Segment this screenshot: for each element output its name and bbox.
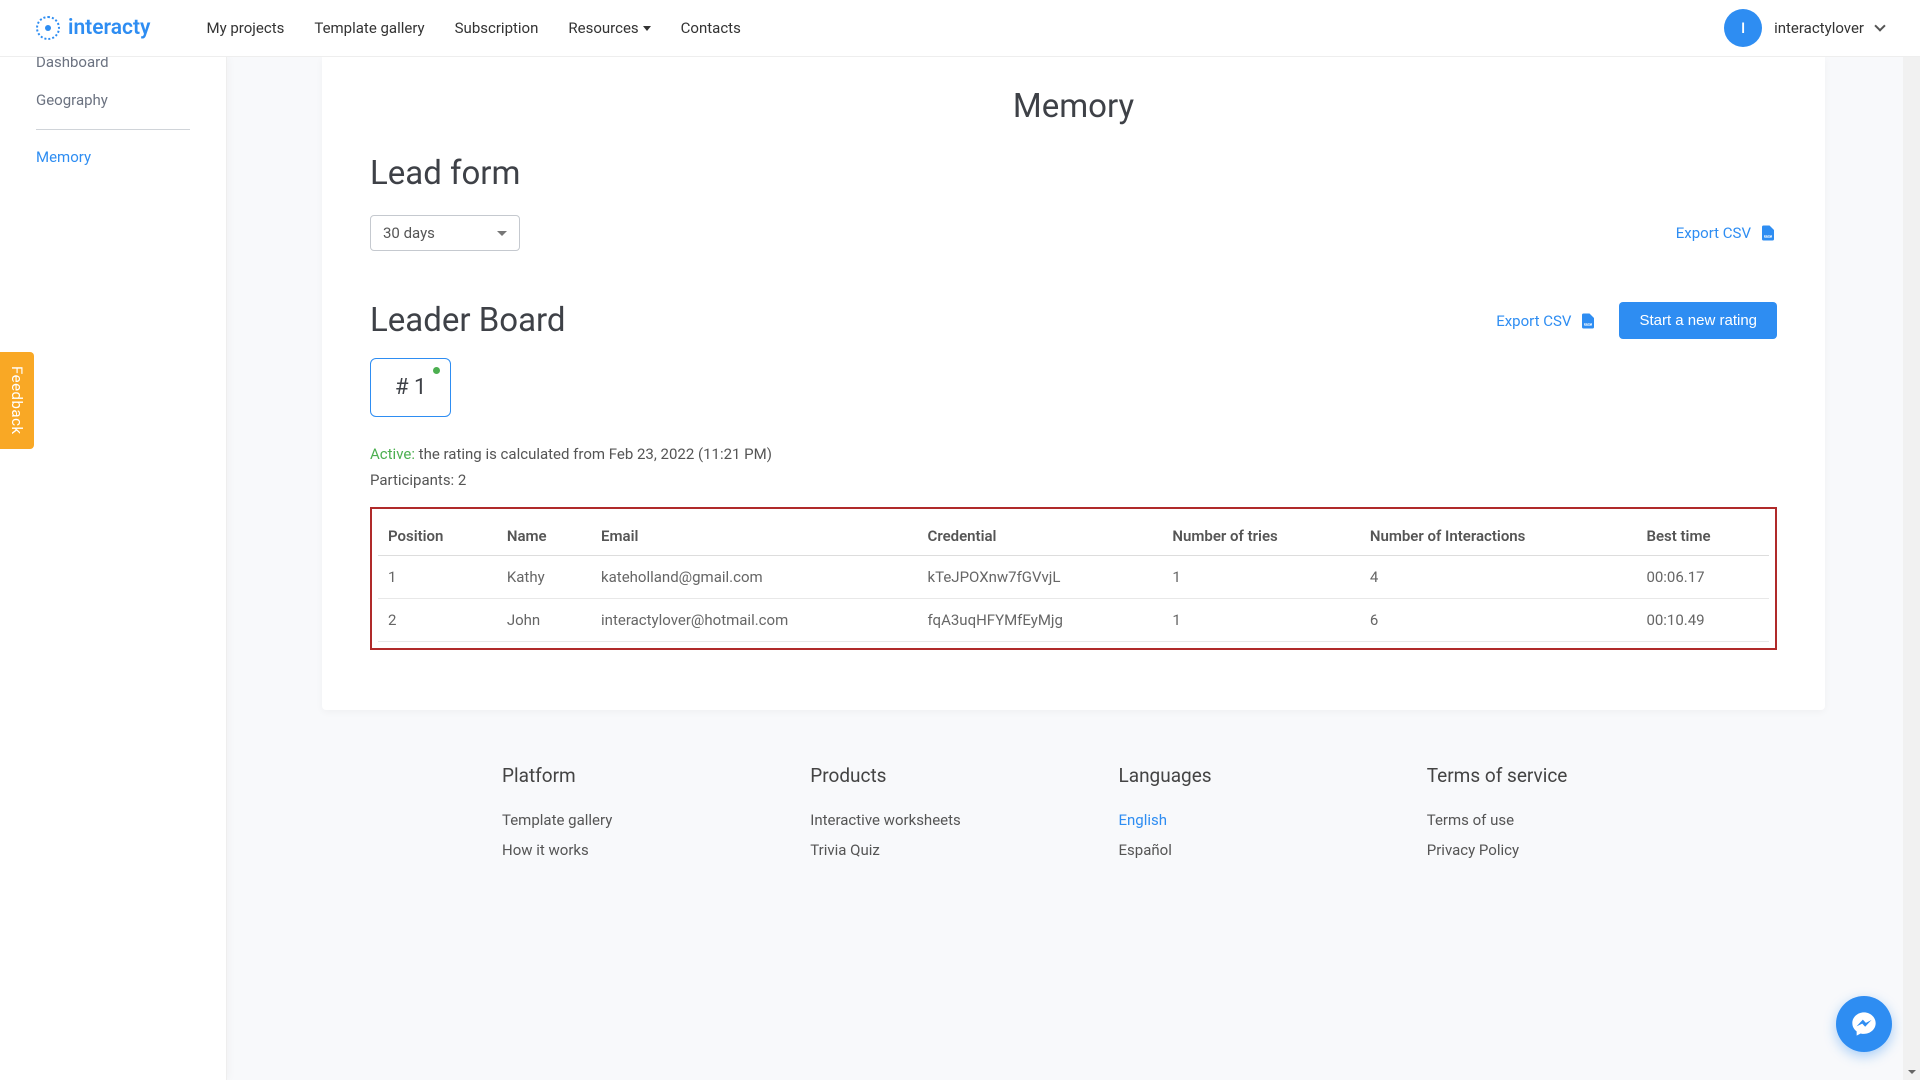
nav-contacts[interactable]: Contacts — [681, 19, 741, 37]
csv-icon: CSV — [1579, 311, 1597, 331]
table-cell: 00:06.17 — [1636, 556, 1769, 599]
th-interactions: Number of Interactions — [1360, 519, 1637, 556]
sidebar-item-dashboard[interactable]: Dashboard — [36, 53, 190, 81]
table-row: 1Kathykateholland@gmail.comkTeJPOXnw7fGV… — [378, 556, 1769, 599]
table-cell: interactylover@hotmail.com — [591, 599, 917, 642]
period-select[interactable]: 30 days — [370, 215, 520, 251]
table-row: 2Johninteractylover@hotmail.comfqA3uqHFY… — [378, 599, 1769, 642]
footer-link[interactable]: Privacy Policy — [1427, 841, 1645, 859]
card: Memory Lead form 30 days Export CSV CSV … — [322, 57, 1825, 710]
svg-text:CSV: CSV — [1585, 322, 1591, 326]
header: interacty My projects Template gallery S… — [0, 0, 1920, 57]
export-csv-label: Export CSV — [1676, 224, 1751, 242]
start-new-rating-button[interactable]: Start a new rating — [1619, 302, 1777, 339]
sidebar-item-memory[interactable]: Memory — [36, 138, 190, 176]
brand-name: interacty — [68, 16, 150, 40]
user-menu[interactable]: I interactylover — [1724, 9, 1884, 47]
footer-link[interactable]: Terms of use — [1427, 811, 1645, 829]
main-nav: My projects Template gallery Subscriptio… — [206, 19, 740, 37]
logo[interactable]: interacty — [36, 16, 150, 40]
chevron-down-icon — [1874, 20, 1885, 31]
status-active-label: Active: — [370, 445, 415, 463]
th-besttime: Best time — [1636, 519, 1769, 556]
footer: Platform Template gallery How it works Prod… — [322, 710, 1825, 891]
leaderboard-table: Position Name Email Credential Number of… — [378, 519, 1769, 642]
scroll-down-button[interactable] — [1903, 1063, 1920, 1080]
th-credential: Credential — [918, 519, 1163, 556]
nav-resources-label: Resources — [568, 19, 638, 37]
period-value: 30 days — [383, 224, 435, 242]
footer-link[interactable]: How it works — [502, 841, 720, 859]
username: interactylover — [1774, 19, 1864, 37]
export-csv-leaderboard[interactable]: Export CSV CSV — [1496, 311, 1597, 331]
select-caret-icon — [497, 231, 507, 236]
sidebar-item-geography[interactable]: Geography — [36, 81, 190, 130]
lead-form-title: Lead form — [370, 154, 1777, 193]
footer-link[interactable]: Trivia Quiz — [810, 841, 1028, 859]
table-cell: kTeJPOXnw7fGVvjL — [918, 556, 1163, 599]
table-cell: 1 — [1162, 556, 1359, 599]
footer-column: Languages English Español — [1119, 764, 1337, 871]
nav-subscription[interactable]: Subscription — [455, 19, 539, 37]
main-content: Memory Lead form 30 days Export CSV CSV … — [227, 57, 1920, 1080]
nav-template-gallery[interactable]: Template gallery — [314, 19, 424, 37]
svg-text:CSV: CSV — [1765, 234, 1771, 238]
table-cell: 00:10.49 — [1636, 599, 1769, 642]
table-cell: 4 — [1360, 556, 1637, 599]
caret-down-icon — [643, 26, 651, 31]
th-email: Email — [591, 519, 917, 556]
export-csv-label-2: Export CSV — [1496, 312, 1571, 330]
sidebar: Dashboard Geography Memory — [0, 57, 227, 1080]
page-title: Memory — [370, 87, 1777, 126]
nav-resources[interactable]: Resources — [568, 19, 650, 37]
footer-title: Products — [810, 764, 1028, 787]
table-cell: 1 — [378, 556, 497, 599]
footer-title: Terms of service — [1427, 764, 1645, 787]
status-text: the rating is calculated from Feb 23, 20… — [415, 445, 772, 463]
leaderboard-title: Leader Board — [370, 301, 566, 340]
footer-column: Terms of service Terms of use Privacy Poli… — [1427, 764, 1645, 871]
logo-icon — [36, 16, 60, 40]
footer-link[interactable]: Español — [1119, 841, 1337, 859]
footer-title: Platform — [502, 764, 720, 787]
table-cell: 2 — [378, 599, 497, 642]
csv-icon: CSV — [1759, 223, 1777, 243]
footer-link[interactable]: English — [1119, 811, 1337, 829]
footer-column: Platform Template gallery How it works — [502, 764, 720, 871]
table-cell: 1 — [1162, 599, 1359, 642]
table-cell: kateholland@gmail.com — [591, 556, 917, 599]
table-cell: Kathy — [497, 556, 591, 599]
table-cell: John — [497, 599, 591, 642]
scrollbar[interactable] — [1903, 0, 1920, 1080]
participants-count: Participants: 2 — [370, 471, 1777, 489]
rating-badge[interactable]: # 1 — [370, 358, 451, 417]
th-tries: Number of tries — [1162, 519, 1359, 556]
th-name: Name — [497, 519, 591, 556]
leaderboard-table-highlight: Position Name Email Credential Number of… — [370, 507, 1777, 650]
avatar: I — [1724, 9, 1762, 47]
th-position: Position — [378, 519, 497, 556]
table-cell: fqA3uqHFYMfEyMjg — [918, 599, 1163, 642]
table-cell: 6 — [1360, 599, 1637, 642]
feedback-tab[interactable]: Feedback — [0, 352, 34, 449]
export-csv-lead[interactable]: Export CSV CSV — [1676, 223, 1777, 243]
footer-link[interactable]: Interactive worksheets — [810, 811, 1028, 829]
footer-column: Products Interactive worksheets Trivia Qui… — [810, 764, 1028, 871]
footer-title: Languages — [1119, 764, 1337, 787]
footer-link[interactable]: Template gallery — [502, 811, 720, 829]
messenger-icon — [1850, 1010, 1878, 1038]
status-line: Active: the rating is calculated from Fe… — [370, 445, 1777, 463]
nav-my-projects[interactable]: My projects — [206, 19, 284, 37]
messenger-button[interactable] — [1836, 996, 1892, 1052]
